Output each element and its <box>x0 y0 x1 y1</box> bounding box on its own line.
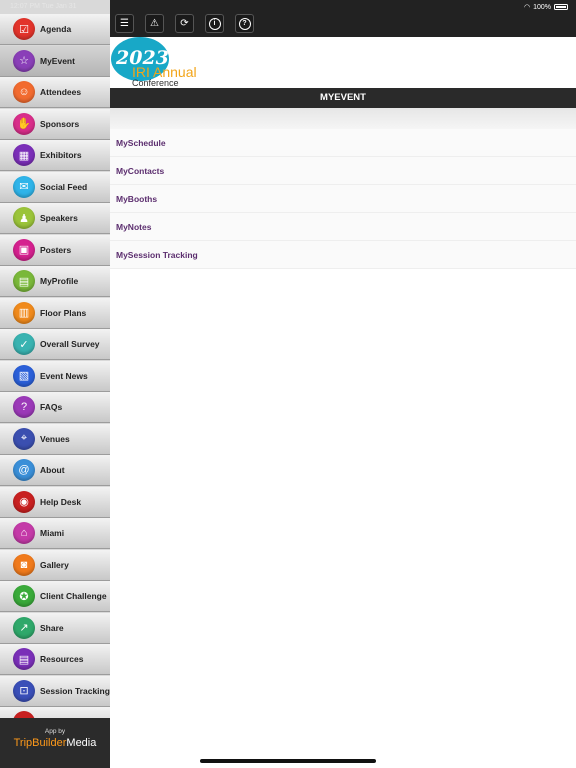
sidebar-item-label: Help Desk <box>40 496 82 507</box>
page-title: MYEVENT <box>110 88 576 108</box>
calendar-check-icon: ☑ <box>13 18 35 40</box>
battery-icon <box>554 4 568 10</box>
sidebar-item-resources[interactable]: ▤ Resources <box>0 644 110 675</box>
sidebar-item-label: Sponsors <box>40 118 80 129</box>
alert-icon: ⚠ <box>150 18 159 29</box>
sidebar-item-myevent[interactable]: ☆ MyEvent <box>0 45 110 77</box>
help-icon: ? <box>238 17 251 30</box>
sidebar-item-faqs[interactable]: ? FAQs <box>0 392 110 423</box>
handshake-icon: ✋ <box>13 112 35 135</box>
sidebar-item-gallery[interactable]: ◙ Gallery <box>0 549 110 581</box>
sync-icon: ⟳ <box>180 18 189 29</box>
sidebar-item-exhibitors[interactable]: ▦ Exhibitors <box>0 140 110 171</box>
sidebar-item-venues[interactable]: ⌖ Venues <box>0 423 110 455</box>
camera-icon: ◙ <box>13 553 35 576</box>
help-button[interactable]: ? <box>235 14 254 33</box>
newspaper-icon: ▧ <box>13 364 35 387</box>
wifi-icon: ◠ <box>523 4 531 11</box>
status-time: 12:07 PM Tue Jan 31 <box>10 3 77 10</box>
list-item-mynotes[interactable]: MyNotes <box>110 213 576 241</box>
sidebar-item-label: Social Feed <box>40 181 88 192</box>
battery-percent: 100% <box>533 3 551 11</box>
sidebar-item-label: Overall Survey <box>40 339 100 349</box>
sidebar-item-label: FAQs <box>40 402 63 412</box>
brand-app-by: App by <box>44 728 66 735</box>
list-item-mybooths[interactable]: MyBooths <box>110 185 576 213</box>
booth-icon: ▦ <box>13 144 35 166</box>
sidebar-item-label: Session Tracking <box>40 685 110 696</box>
myevent-list: MySchedule MyContacts MyBooths MyNotes MySes… <box>110 129 576 269</box>
brand-logo: TripBuilderMedia <box>0 737 110 749</box>
sidebar-item-label: Miami <box>40 528 65 538</box>
list-item-mycontacts[interactable]: MyContacts <box>110 157 576 185</box>
sidebar-item-social-feed[interactable]: ✉ Social Feed <box>0 171 110 203</box>
brand-footer: App by TripBuilderMedia <box>0 718 110 768</box>
logo-subtitle: Conference <box>132 78 179 88</box>
sidebar-item-label: Posters <box>40 244 72 255</box>
sidebar-item-session-tracking[interactable]: ⊡ Session Tracking <box>0 675 110 707</box>
sidebar-item-help-desk[interactable]: ◉ Help Desk <box>0 486 110 518</box>
documents-icon: ▤ <box>13 648 35 670</box>
at-sign-icon: @ <box>13 459 35 481</box>
info-button[interactable]: i <box>205 14 224 33</box>
sync-button[interactable]: ⟳ <box>175 14 194 33</box>
sidebar-item-label: Event News <box>40 370 88 381</box>
city-icon: ⌂ <box>13 522 35 544</box>
sidebar-item-label: Resources <box>40 654 84 664</box>
sidebar-item-label: Gallery <box>40 559 69 570</box>
brand-media: Media <box>66 737 97 749</box>
sidebar-item-label: About <box>40 465 65 475</box>
alert-button[interactable]: ⚠ <box>145 14 164 33</box>
sidebar-item-agenda[interactable]: ☑ Agenda <box>0 14 110 45</box>
sidebar-item-label: Speakers <box>40 213 78 223</box>
sidebar-item-sponsors[interactable]: ✋ Sponsors <box>0 108 110 140</box>
sidebar-item-myprofile[interactable]: ▤ MyProfile <box>0 266 110 297</box>
award-icon: ✪ <box>13 585 35 607</box>
list-item-mysession-tracking[interactable]: MySession Tracking <box>110 241 576 269</box>
sidebar-item-label: Agenda <box>40 24 72 34</box>
thumbs-up-icon: ✓ <box>13 333 35 355</box>
sidebar-item-label: MyProfile <box>40 276 79 286</box>
share-icon: ↗ <box>13 616 35 639</box>
menu-button[interactable]: ☰ <box>115 14 134 33</box>
sidebar-item-posters[interactable]: ▣ Posters <box>0 234 110 266</box>
sidebar: ☑ Agenda ☆ MyEvent ☺ Attendees ✋ Sponsors ▦ Exhib… <box>0 0 110 768</box>
info-icon: i <box>208 17 221 30</box>
brand-trip: TripBuilder <box>13 737 67 749</box>
sidebar-item-speakers[interactable]: ♟ Speakers <box>0 203 110 234</box>
menu-icon: ☰ <box>120 18 129 29</box>
chat-icon: ✉ <box>13 175 35 198</box>
sidebar-item-client-challenge[interactable]: ✪ Client Challenge <box>0 581 110 612</box>
sidebar-item-label: Client Challenge <box>40 591 107 601</box>
location-pin-icon: ⌖ <box>13 427 35 450</box>
star-icon: ☆ <box>13 49 35 72</box>
sidebar-item-attendees[interactable]: ☺ Attendees <box>0 77 110 108</box>
tracking-icon: ⊡ <box>13 679 35 702</box>
sidebar-item-miami[interactable]: ⌂ Miami <box>0 518 110 549</box>
floor-plan-icon: ▥ <box>13 301 35 324</box>
sidebar-item-overall-survey[interactable]: ✓ Overall Survey <box>0 329 110 360</box>
speech-bubble-icon: ? <box>13 396 35 418</box>
list-item-myschedule[interactable]: MySchedule <box>110 129 576 157</box>
speaker-icon: ♟ <box>13 207 35 229</box>
sidebar-item-about[interactable]: @ About <box>0 455 110 486</box>
list-header-bar <box>110 108 576 129</box>
people-icon: ☺ <box>13 81 35 103</box>
sidebar-item-label: Exhibitors <box>40 150 82 160</box>
home-indicator[interactable] <box>200 759 376 763</box>
poster-icon: ▣ <box>13 238 35 261</box>
sidebar-item-label: MyEvent <box>40 55 75 66</box>
lifebuoy-icon: ◉ <box>13 490 35 513</box>
status-right: ◠ 100% <box>524 3 568 11</box>
sidebar-item-label: Venues <box>40 433 70 444</box>
sidebar-item-floor-plans[interactable]: ▥ Floor Plans <box>0 297 110 329</box>
profile-card-icon: ▤ <box>13 270 35 292</box>
status-bar: 12:07 PM Tue Jan 31 ◠ 100% <box>0 0 576 14</box>
sidebar-item-label: Floor Plans <box>40 307 87 318</box>
sidebar-item-share[interactable]: ↗ Share <box>0 612 110 644</box>
sidebar-item-label: Share <box>40 622 64 633</box>
event-logo: 2023 IRI Annual Conference <box>110 37 576 88</box>
sidebar-item-label: Attendees <box>40 87 82 97</box>
sidebar-item-event-news[interactable]: ▧ Event News <box>0 360 110 392</box>
